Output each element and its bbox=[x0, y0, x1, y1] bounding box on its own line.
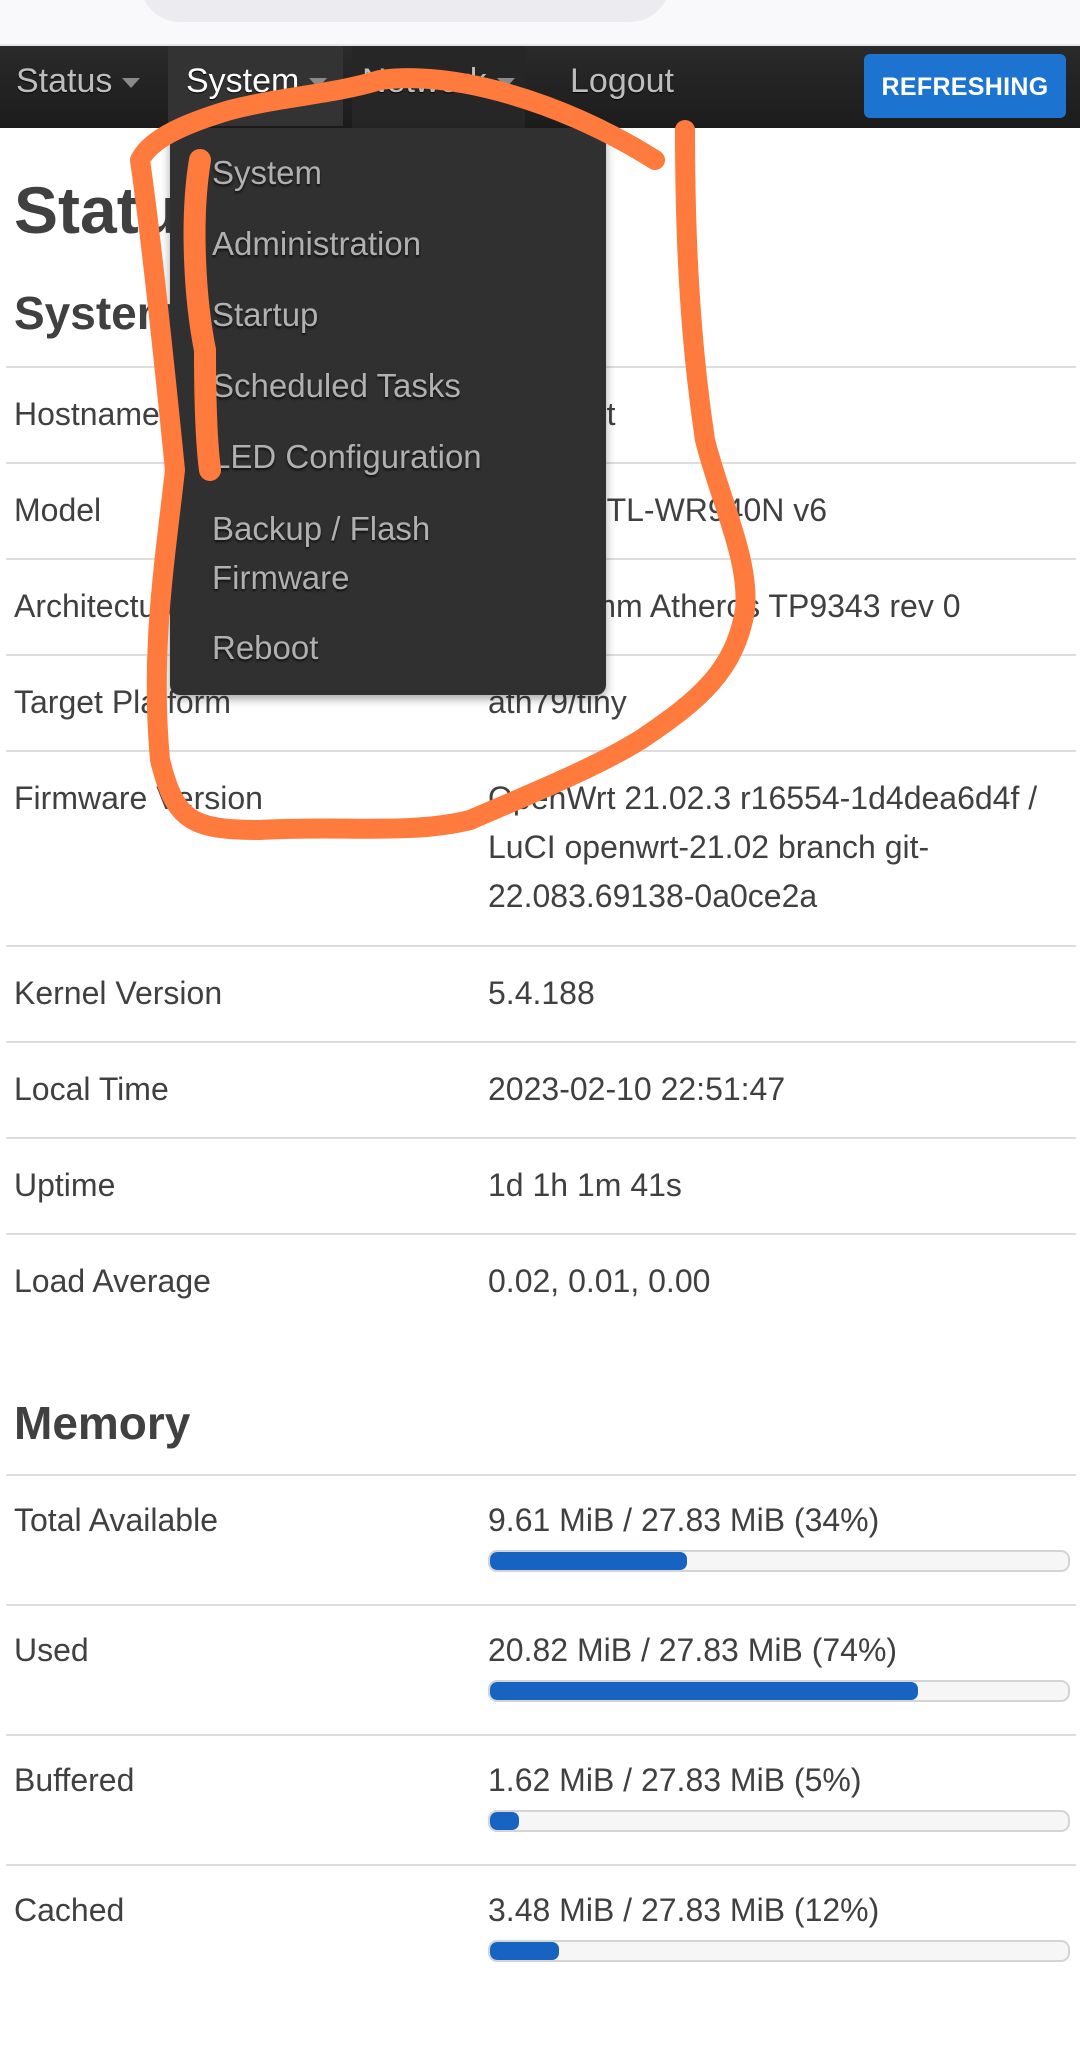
chevron-down-icon bbox=[122, 78, 141, 89]
memory-progress-bar bbox=[488, 1940, 1070, 1962]
row-label: Firmware Version bbox=[14, 780, 263, 816]
row-label: Load Average bbox=[14, 1263, 211, 1299]
progress-fill bbox=[490, 1552, 687, 1570]
browser-top-bar bbox=[0, 0, 1080, 46]
table-row: Used 20.82 MiB / 27.83 MiB (74%) bbox=[6, 1604, 1076, 1734]
table-row: Cached 3.48 MiB / 27.83 MiB (12%) bbox=[6, 1864, 1076, 1994]
menu-item-led-configuration[interactable]: LED Configuration bbox=[212, 432, 572, 481]
row-value: 1.62 MiB / 27.83 MiB (5%) bbox=[488, 1762, 862, 1798]
chevron-down-icon bbox=[309, 78, 328, 89]
table-row: Total Available 9.61 MiB / 27.83 MiB (34… bbox=[6, 1474, 1076, 1604]
memory-progress-bar bbox=[488, 1680, 1070, 1702]
nav-network-label: Network bbox=[362, 62, 487, 100]
table-row: Buffered 1.62 MiB / 27.83 MiB (5%) bbox=[6, 1734, 1076, 1864]
row-label: Local Time bbox=[14, 1071, 169, 1107]
row-value: 1d 1h 1m 41s bbox=[488, 1167, 682, 1203]
address-bar[interactable] bbox=[140, 0, 670, 22]
row-label: Uptime bbox=[14, 1167, 116, 1203]
row-label: Model bbox=[14, 492, 102, 528]
nav-status-menu[interactable]: Status bbox=[6, 46, 150, 128]
nav-logout-link[interactable]: Logout bbox=[560, 46, 684, 128]
nav-system-menu[interactable]: System bbox=[168, 46, 344, 126]
row-value: 5.4.188 bbox=[488, 975, 595, 1011]
menu-item-administration[interactable]: Administration bbox=[212, 219, 572, 268]
progress-fill bbox=[490, 1682, 918, 1700]
menu-item-startup[interactable]: Startup bbox=[212, 290, 572, 339]
refreshing-button[interactable]: REFRESHING bbox=[864, 54, 1066, 118]
nav-system-label: System bbox=[186, 62, 300, 100]
row-value: 3.48 MiB / 27.83 MiB (12%) bbox=[488, 1892, 880, 1928]
progress-fill bbox=[490, 1812, 519, 1830]
row-label: Hostname bbox=[14, 396, 160, 432]
row-label: Architecture bbox=[14, 588, 185, 624]
row-label: Buffered bbox=[14, 1762, 135, 1798]
chevron-down-icon bbox=[496, 78, 515, 89]
table-row: Load Average 0.02, 0.01, 0.00 bbox=[6, 1233, 1076, 1329]
table-row: Uptime 1d 1h 1m 41s bbox=[6, 1137, 1076, 1233]
memory-section-heading: Memory bbox=[14, 1397, 191, 1449]
menu-item-reboot[interactable]: Reboot bbox=[212, 623, 572, 672]
row-value: OpenWrt 21.02.3 r16554-1d4dea6d4f / LuCI… bbox=[488, 780, 1038, 914]
table-row: Firmware Version OpenWrt 21.02.3 r16554-1… bbox=[6, 750, 1076, 945]
row-label: Total Available bbox=[14, 1502, 218, 1538]
row-label: Cached bbox=[14, 1892, 125, 1928]
menu-item-backup-flash-firmware[interactable]: Backup / Flash Firmware bbox=[212, 504, 512, 602]
system-section-heading: System bbox=[14, 287, 178, 339]
row-value: 0.02, 0.01, 0.00 bbox=[488, 1263, 711, 1299]
nav-logout-label: Logout bbox=[570, 62, 674, 100]
menu-item-scheduled-tasks[interactable]: Scheduled Tasks bbox=[212, 361, 572, 410]
progress-fill bbox=[490, 1942, 560, 1960]
row-value: 2023-02-10 22:51:47 bbox=[488, 1071, 786, 1107]
row-value: 9.61 MiB / 27.83 MiB (34%) bbox=[488, 1502, 880, 1538]
menu-item-system[interactable]: System bbox=[212, 148, 572, 197]
table-row: Kernel Version 5.4.188 bbox=[6, 945, 1076, 1041]
row-value: 20.82 MiB / 27.83 MiB (74%) bbox=[488, 1632, 898, 1668]
row-label: Used bbox=[14, 1632, 89, 1668]
nav-status-label: Status bbox=[16, 62, 113, 100]
memory-progress-bar bbox=[488, 1810, 1070, 1832]
nav-network-menu[interactable]: Network bbox=[352, 46, 525, 128]
table-row: Local Time 2023-02-10 22:51:47 bbox=[6, 1041, 1076, 1137]
row-label: Kernel Version bbox=[14, 975, 223, 1011]
system-dropdown-menu: System Administration Startup Scheduled … bbox=[170, 128, 606, 695]
memory-progress-bar bbox=[488, 1550, 1070, 1572]
